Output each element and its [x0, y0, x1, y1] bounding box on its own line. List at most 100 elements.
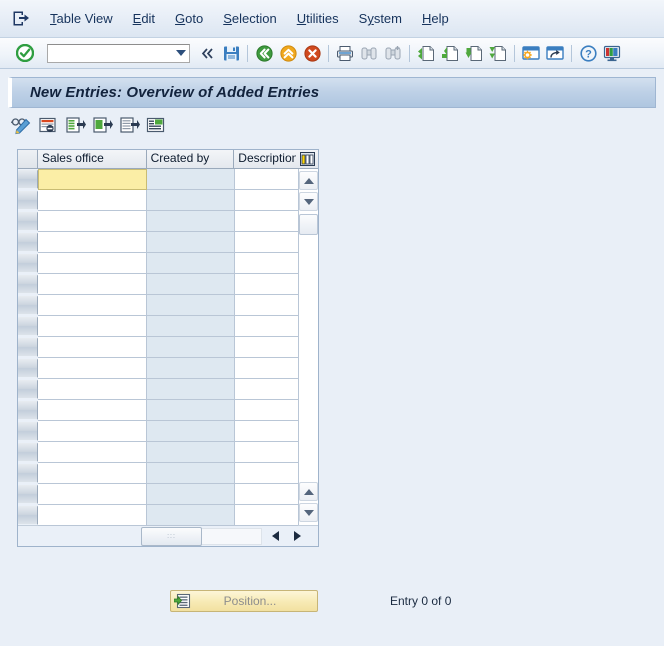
- row-select-button[interactable]: [18, 359, 38, 378]
- menu-item-goto[interactable]: Goto: [165, 8, 213, 29]
- position-button[interactable]: Position...: [170, 590, 318, 612]
- cell-sales-office[interactable]: [38, 295, 147, 316]
- cell-created-by[interactable]: [147, 421, 235, 442]
- cell-description[interactable]: [235, 274, 298, 295]
- row-select-button[interactable]: [18, 317, 38, 336]
- cell-sales-office[interactable]: [38, 337, 147, 358]
- double-chevron-left-icon[interactable]: [195, 42, 219, 65]
- scroll-down-arrow-icon[interactable]: [299, 192, 318, 211]
- cell-sales-office[interactable]: [38, 232, 147, 253]
- menu-item-help[interactable]: Help: [412, 8, 459, 29]
- cell-created-by[interactable]: [147, 316, 235, 337]
- cell-description[interactable]: [235, 190, 298, 211]
- cell-created-by[interactable]: [147, 484, 235, 505]
- row-select-button[interactable]: [18, 254, 38, 273]
- cell-description[interactable]: [235, 295, 298, 316]
- cell-created-by[interactable]: [147, 442, 235, 463]
- new-session-icon[interactable]: [519, 42, 543, 65]
- scroll-up-arrow-icon[interactable]: [299, 171, 318, 190]
- column-header-created-by[interactable]: Created by: [146, 150, 235, 168]
- cell-sales-office[interactable]: [38, 253, 147, 274]
- row-select-button[interactable]: [18, 485, 38, 504]
- save-floppy-icon[interactable]: [219, 42, 243, 65]
- cell-sales-office[interactable]: [38, 463, 147, 484]
- table-horizontal-scrollbar[interactable]: :::: [18, 525, 318, 546]
- horizontal-scroll-thumb[interactable]: :::: [141, 526, 202, 546]
- cell-sales-office[interactable]: [38, 316, 147, 337]
- cell-created-by[interactable]: [147, 400, 235, 421]
- cell-sales-office[interactable]: [38, 484, 147, 505]
- row-select-button[interactable]: [18, 443, 38, 462]
- cell-sales-office[interactable]: [38, 274, 147, 295]
- exit-window-icon[interactable]: [8, 8, 34, 30]
- row-select-button[interactable]: [18, 191, 38, 210]
- cell-created-by[interactable]: [147, 232, 235, 253]
- row-select-button[interactable]: [18, 233, 38, 252]
- green-back-arrow-icon[interactable]: [252, 42, 276, 65]
- layout-menu-icon[interactable]: [600, 42, 624, 65]
- cell-created-by[interactable]: [147, 295, 235, 316]
- cell-description[interactable]: [235, 400, 298, 421]
- question-help-icon[interactable]: ?: [576, 42, 600, 65]
- cell-description[interactable]: [235, 379, 298, 400]
- cell-description[interactable]: [235, 484, 298, 505]
- row-select-button[interactable]: [18, 338, 38, 357]
- delete-row-icon[interactable]: [89, 113, 115, 137]
- table-vertical-scrollbar[interactable]: [298, 169, 318, 525]
- menu-item-utilities[interactable]: Utilities: [287, 8, 349, 29]
- cell-description[interactable]: [235, 358, 298, 379]
- page-up-icon[interactable]: [438, 42, 462, 65]
- cell-created-by[interactable]: [147, 169, 235, 190]
- binoculars-icon[interactable]: [357, 42, 381, 65]
- cell-sales-office[interactable]: [38, 358, 147, 379]
- cell-sales-office[interactable]: [38, 421, 147, 442]
- column-configuration-icon[interactable]: [296, 150, 318, 168]
- cell-sales-office[interactable]: [38, 442, 147, 463]
- shortcut-icon[interactable]: [543, 42, 567, 65]
- cell-created-by[interactable]: [147, 211, 235, 232]
- menu-item-system[interactable]: System: [349, 8, 412, 29]
- page-last-icon[interactable]: [486, 42, 510, 65]
- undo-change-icon[interactable]: [116, 113, 142, 137]
- row-select-button[interactable]: [18, 170, 38, 189]
- cell-sales-office[interactable]: [38, 400, 147, 421]
- cell-description[interactable]: [235, 232, 298, 253]
- glasses-pencil-icon[interactable]: [8, 113, 34, 137]
- cell-created-by[interactable]: [147, 190, 235, 211]
- cell-description[interactable]: [235, 169, 298, 190]
- cell-sales-office[interactable]: [38, 211, 147, 232]
- menu-item-table-view[interactable]: Table View: [40, 8, 123, 29]
- row-select-button[interactable]: [18, 380, 38, 399]
- cell-description[interactable]: [235, 463, 298, 484]
- menu-item-selection[interactable]: Selection: [213, 8, 286, 29]
- vertical-scroll-thumb[interactable]: [299, 214, 318, 235]
- cell-description[interactable]: [235, 421, 298, 442]
- row-select-button[interactable]: [18, 296, 38, 315]
- cell-created-by[interactable]: [147, 463, 235, 484]
- green-check-enter-icon[interactable]: [16, 44, 34, 62]
- cell-sales-office[interactable]: [38, 379, 147, 400]
- row-select-button[interactable]: [18, 401, 38, 420]
- cell-created-by[interactable]: [147, 379, 235, 400]
- row-select-button[interactable]: [18, 422, 38, 441]
- row-select-button[interactable]: [18, 212, 38, 231]
- cell-created-by[interactable]: [147, 505, 235, 526]
- row-select-button[interactable]: [18, 506, 38, 525]
- scroll-left-arrow-icon[interactable]: [267, 528, 284, 545]
- scroll-page-up-arrow-icon[interactable]: [299, 482, 318, 501]
- page-down-icon[interactable]: [462, 42, 486, 65]
- cell-created-by[interactable]: [147, 337, 235, 358]
- new-entries-icon[interactable]: [35, 113, 61, 137]
- printer-icon[interactable]: [333, 42, 357, 65]
- command-input[interactable]: [47, 43, 190, 63]
- select-block-icon[interactable]: [143, 113, 169, 137]
- cell-created-by[interactable]: [147, 274, 235, 295]
- header-select-all-cell[interactable]: [18, 150, 38, 168]
- cell-description[interactable]: [235, 253, 298, 274]
- column-header-description[interactable]: Description: [234, 150, 297, 168]
- scroll-page-down-arrow-icon[interactable]: [299, 503, 318, 522]
- cell-sales-office[interactable]: [38, 169, 147, 190]
- copy-as-icon[interactable]: [62, 113, 88, 137]
- column-header-sales-office[interactable]: Sales office: [37, 150, 147, 168]
- scroll-right-arrow-icon[interactable]: [289, 528, 306, 545]
